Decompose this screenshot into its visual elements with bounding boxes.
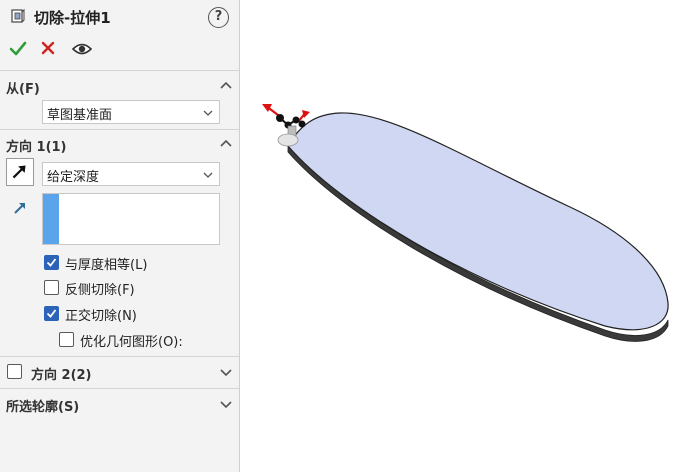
action-row: [0, 36, 240, 62]
section-direction1-header[interactable]: 方向 1(1): [0, 134, 240, 156]
section-selected-contours-title: 所选轮廓(S): [6, 400, 80, 415]
graphics-viewport[interactable]: [240, 0, 700, 472]
panel-title-bar: 切除-拉伸1 ?: [0, 0, 240, 34]
divider: [0, 129, 240, 130]
section-selected-contours-header[interactable]: 所选轮廓(S): [0, 394, 240, 416]
chevron-down-icon[interactable]: [220, 366, 232, 378]
end-condition-value: 给定深度: [47, 170, 100, 185]
section-direction2-title: 方向 2(2): [31, 368, 92, 383]
direction-arrow-icon: [14, 203, 25, 214]
section-from-header[interactable]: 从(F): [0, 76, 240, 98]
chevron-down-icon[interactable]: [220, 398, 232, 410]
panel-title: 切除-拉伸1: [34, 9, 111, 27]
reverse-direction-button[interactable]: [6, 158, 34, 186]
chevron-down-icon: [203, 172, 213, 178]
end-condition-select[interactable]: 给定深度: [42, 162, 220, 186]
extrude-cut-icon: [11, 8, 25, 23]
equal-thickness-label: 与厚度相等(L): [65, 258, 148, 273]
divider: [0, 356, 240, 357]
divider: [0, 70, 240, 71]
help-icon[interactable]: ?: [208, 7, 229, 28]
depth-input-indicator: [43, 194, 59, 244]
eye-icon[interactable]: [72, 41, 92, 57]
section-from-title: 从(F): [6, 82, 40, 97]
depth-input[interactable]: [42, 193, 220, 245]
optimize-geometry-checkbox[interactable]: [59, 332, 74, 347]
chevron-down-icon: [203, 110, 213, 116]
property-manager-panel: 切除-拉伸1 ? 从(F) 草图基准面 方向 1(1) 给定深度 与厚度相等(L…: [0, 0, 240, 472]
from-select[interactable]: 草图基准面: [42, 100, 220, 124]
flip-side-label: 反侧切除(F): [65, 283, 135, 298]
divider: [0, 388, 240, 389]
chevron-up-icon[interactable]: [220, 138, 232, 150]
extruded-body-top[interactable]: [287, 112, 669, 331]
normal-cut-checkbox[interactable]: [44, 306, 59, 321]
model-view[interactable]: [240, 0, 700, 472]
section-direction1-title: 方向 1(1): [6, 140, 67, 155]
direction2-checkbox[interactable]: [7, 364, 22, 379]
close-icon[interactable]: [40, 40, 56, 56]
reverse-direction-icon: [12, 165, 26, 179]
section-direction2-header[interactable]: 方向 2(2): [0, 362, 240, 384]
equal-thickness-checkbox[interactable]: [44, 255, 59, 270]
normal-cut-label: 正交切除(N): [65, 309, 137, 324]
flip-side-checkbox[interactable]: [44, 280, 59, 295]
from-select-value: 草图基准面: [47, 108, 113, 123]
optimize-geometry-label: 优化几何图形(O):: [80, 335, 183, 350]
chevron-up-icon[interactable]: [220, 80, 232, 92]
check-icon[interactable]: [9, 40, 27, 58]
